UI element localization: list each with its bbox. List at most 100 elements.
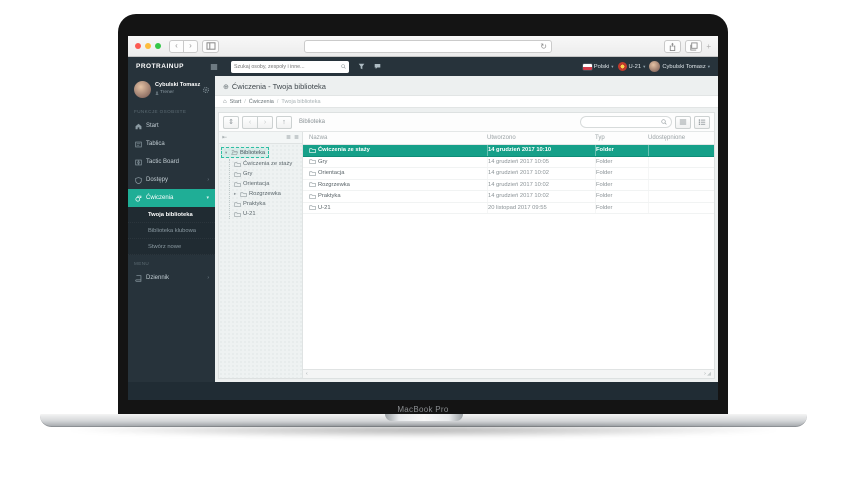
- tree-closed-icon[interactable]: ▸: [234, 191, 238, 197]
- language-selector[interactable]: Polski ▾: [583, 64, 614, 70]
- laptop-shadow: [60, 426, 787, 438]
- column-header-nazwa[interactable]: Nazwa: [303, 135, 487, 141]
- column-header-utworzono[interactable]: Utworzono: [487, 135, 595, 141]
- tree-node[interactable]: Praktyka: [234, 199, 300, 209]
- library-panel: ⇕ ‹ › ↑ Biblioteka: [218, 112, 715, 379]
- nav-forward-button[interactable]: ›: [257, 116, 273, 129]
- row-shared: [648, 168, 714, 179]
- library-search[interactable]: [580, 116, 672, 128]
- app-logo[interactable]: PROTRAINUP: [136, 63, 184, 70]
- sidebar-item-start[interactable]: Start: [128, 117, 215, 135]
- collapse-all-icon[interactable]: ≣: [294, 135, 299, 141]
- table-row[interactable]: Praktyka 14 grudzień 2017 10:02 Folder: [303, 191, 714, 203]
- sidebar-item-tactic-board[interactable]: Tactic Board: [128, 153, 215, 171]
- global-search-input[interactable]: [234, 64, 341, 70]
- row-type: Folder: [595, 157, 648, 168]
- current-path-label: Biblioteka: [299, 119, 325, 125]
- team-selector[interactable]: U-21 ▾: [618, 62, 646, 71]
- row-shared: [648, 191, 714, 202]
- chevron-right-icon: ›: [207, 275, 209, 281]
- resize-grip-icon[interactable]: ◢: [707, 371, 711, 377]
- list-view-button[interactable]: [675, 116, 691, 129]
- table-row[interactable]: U-21 20 listopad 2017 09:55 Folder: [303, 203, 714, 215]
- browser-sidebar-button[interactable]: [202, 40, 219, 53]
- breadcrumb-cwiczenia[interactable]: Ćwiczenia: [249, 99, 274, 105]
- column-header-udostepnione[interactable]: Udostępnione: [648, 135, 714, 141]
- table-row[interactable]: Orientacja 14 grudzień 2017 10:02 Folder: [303, 168, 714, 180]
- minimize-window-button[interactable]: [145, 43, 151, 49]
- url-field[interactable]: [309, 44, 540, 50]
- up-level-button[interactable]: ↑: [276, 116, 292, 129]
- table-row[interactable]: Ćwiczenia ze staży 14 grudzień 2017 10:1…: [303, 145, 714, 157]
- tree-node[interactable]: ▸ Rozgrzewka: [234, 189, 300, 199]
- hamburger-menu-icon[interactable]: [210, 63, 218, 71]
- column-header-typ[interactable]: Typ: [595, 135, 648, 141]
- tree-node[interactable]: Ćwiczenia ze staży: [234, 159, 300, 169]
- horizontal-scrollbar[interactable]: ‹ › ◢: [303, 369, 714, 378]
- avatar: [134, 81, 151, 98]
- laptop-screen: ‹ › ↻ + PROTRAINUP: [128, 36, 718, 400]
- folder-icon: [234, 211, 241, 218]
- new-tab-button[interactable]: +: [706, 42, 711, 51]
- sidebar-user-card[interactable]: Cybulski Tomasz Trener: [128, 76, 215, 103]
- folder-icon: [234, 201, 241, 208]
- browser-forward-button[interactable]: ›: [183, 40, 198, 53]
- toggle-tree-button[interactable]: ⇕: [223, 116, 239, 129]
- tabs-overview-button[interactable]: [685, 40, 702, 53]
- table-row[interactable]: Rozgrzewka 14 grudzień 2017 10:02 Folder: [303, 180, 714, 192]
- breadcrumb-current: Twoja biblioteka: [281, 99, 320, 105]
- team-label: U-21: [629, 64, 642, 70]
- home-icon[interactable]: ⌂: [223, 99, 227, 105]
- sidebar-subitem-twoja-biblioteka[interactable]: Twoja biblioteka: [128, 207, 215, 223]
- page-title: ⊕ Ćwiczenia - Twoja biblioteka: [215, 76, 718, 95]
- gear-icon[interactable]: [202, 86, 210, 94]
- row-created: 14 grudzień 2017 10:02: [487, 168, 595, 179]
- tree-root-biblioteka[interactable]: ▾ Biblioteka: [221, 147, 269, 158]
- scroll-left-icon[interactable]: ‹: [306, 372, 308, 377]
- nav-back-button[interactable]: ‹: [242, 116, 258, 129]
- tree-node[interactable]: Orientacja: [234, 179, 300, 189]
- tree-node[interactable]: U-21: [234, 209, 300, 219]
- home-icon: [134, 123, 142, 130]
- macbook-label: MacBook Pro: [118, 405, 728, 414]
- library-search-input[interactable]: [585, 119, 661, 125]
- page-title-text: Ćwiczenia - Twoja biblioteka: [232, 82, 326, 91]
- shield-icon: [134, 177, 142, 184]
- sidebar-section-menu: MENU: [128, 255, 215, 269]
- zoom-window-button[interactable]: [155, 43, 161, 49]
- filter-icon[interactable]: [358, 63, 365, 70]
- sidebar-item-dziennik[interactable]: Dziennik ›: [128, 269, 215, 287]
- sidebar-subitem-biblioteka-klubowa[interactable]: Biblioteka klubowa: [128, 223, 215, 239]
- user-menu[interactable]: Cybulski Tomasz ▾: [649, 61, 710, 72]
- detail-view-button[interactable]: [694, 116, 710, 129]
- scroll-right-icon[interactable]: ›: [704, 371, 706, 377]
- browser-back-button[interactable]: ‹: [169, 40, 184, 53]
- chat-icon[interactable]: [374, 63, 381, 70]
- row-created: 14 grudzień 2017 10:05: [487, 157, 595, 168]
- sidebar-item-cwiczenia[interactable]: Ćwiczenia ▾: [128, 189, 215, 207]
- search-icon: [341, 64, 346, 69]
- close-window-button[interactable]: [135, 43, 141, 49]
- sidebar-item-tablica[interactable]: Tablica: [128, 135, 215, 153]
- table-row[interactable]: Gry 14 grudzień 2017 10:05 Folder: [303, 157, 714, 169]
- expand-all-icon[interactable]: ≣: [286, 135, 291, 141]
- breadcrumb-start[interactable]: Start: [230, 99, 242, 105]
- tree-open-icon[interactable]: ▾: [225, 150, 229, 156]
- global-search[interactable]: [231, 61, 349, 73]
- share-button[interactable]: [664, 40, 681, 53]
- macbook-mockup: ‹ › ↻ + PROTRAINUP: [0, 0, 847, 479]
- tree-node-label: U-21: [243, 211, 256, 217]
- row-name: Gry: [318, 159, 327, 165]
- reload-icon[interactable]: ↻: [540, 43, 547, 51]
- book-icon: [134, 275, 142, 282]
- row-created: 20 listopad 2017 09:55: [487, 203, 595, 214]
- sidebar-item-dostepy[interactable]: Dostępy ›: [128, 171, 215, 189]
- address-bar[interactable]: ↻: [304, 40, 552, 53]
- app-body: Cybulski Tomasz Trener FUNKCJE OSOBISTE …: [128, 76, 718, 400]
- tree-node[interactable]: Gry: [234, 169, 300, 179]
- collapse-panel-icon[interactable]: ⇤: [222, 135, 227, 141]
- sidebar-subitem-stworz-nowe[interactable]: Stwórz nowe: [128, 239, 215, 255]
- sidebar: Cybulski Tomasz Trener FUNKCJE OSOBISTE …: [128, 76, 215, 382]
- user-label: Cybulski Tomasz: [662, 64, 705, 70]
- sidebar-item-label: Start: [146, 123, 159, 129]
